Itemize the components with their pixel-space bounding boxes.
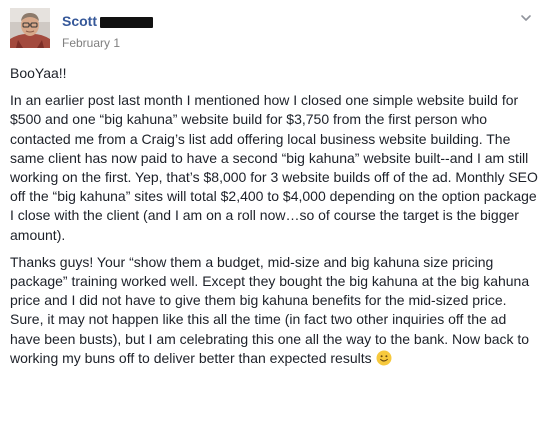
author-name-link[interactable]: Scott: [62, 13, 153, 29]
smile-emoji-glyph: [376, 350, 392, 366]
post-header: Scott February 1: [10, 8, 534, 52]
post-paragraph-greeting: BooYaa!!: [10, 65, 67, 81]
smile-emoji-icon: [376, 350, 392, 366]
avatar[interactable]: [10, 8, 50, 48]
post-timestamp[interactable]: February 1: [62, 36, 120, 50]
avatar-photo: [10, 8, 50, 48]
chevron-down-glyph: [521, 15, 531, 21]
post-paragraph-thanks: Thanks guys! Your “show them a budget, m…: [10, 253, 540, 368]
redacted-surname: [100, 16, 153, 28]
author-name[interactable]: Scott: [62, 13, 97, 29]
post-paragraph-story: In an earlier post last month I mentione…: [10, 92, 538, 243]
post-paragraph-thanks-text: Thanks guys! Your “show them a budget, m…: [10, 253, 530, 366]
chevron-down-icon[interactable]: [518, 10, 534, 26]
facebook-post: Scott February 1 BooYaa!! In an earlier …: [0, 0, 544, 447]
post-body: BooYaa!! In an earlier post last month I…: [10, 64, 540, 376]
